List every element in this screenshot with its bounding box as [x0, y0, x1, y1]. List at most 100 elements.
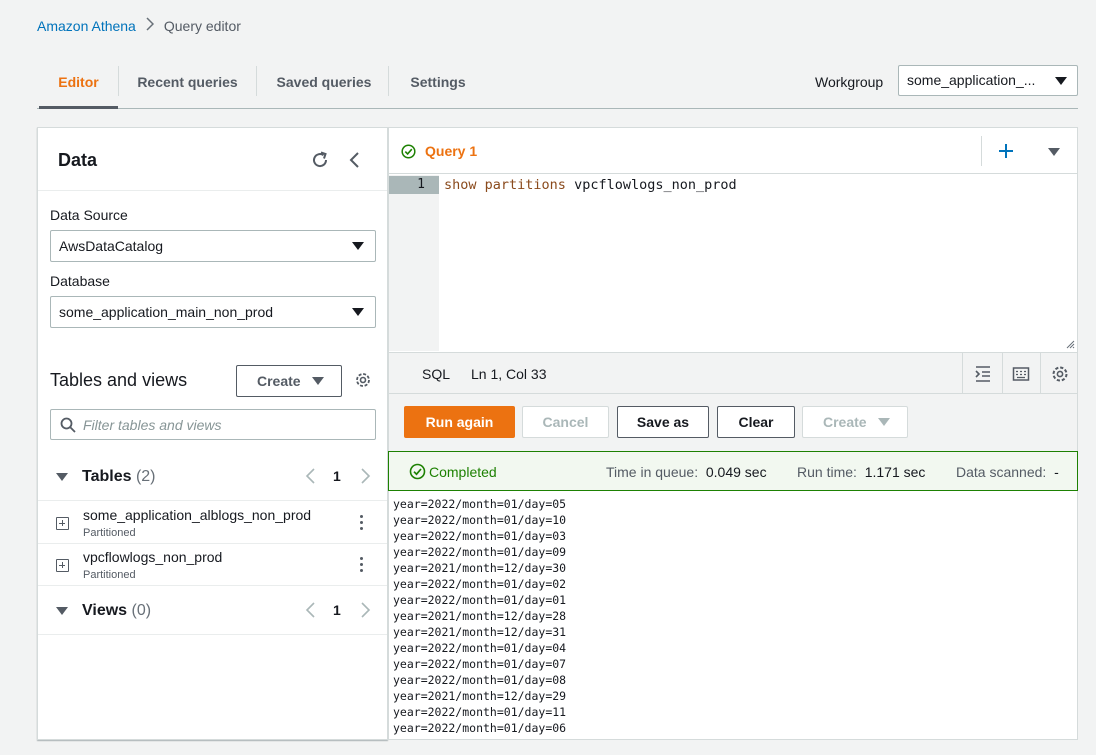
tab-divider	[118, 66, 119, 96]
tab-divider	[388, 66, 389, 96]
result-row: year=2022/month=01/day=03	[393, 529, 567, 543]
result-row: year=2022/month=01/day=09	[393, 545, 567, 559]
caret-down-icon	[312, 377, 324, 385]
caret-down-icon	[878, 418, 890, 426]
result-row: year=2021/month=12/day=31	[393, 625, 567, 639]
action-bar: Run again Cancel Save as Clear Create	[389, 394, 1077, 452]
views-page-number[interactable]: 1	[333, 602, 341, 618]
refresh-icon[interactable]	[310, 150, 330, 170]
chevron-right-icon[interactable]	[358, 465, 372, 487]
expand-plus-icon[interactable]	[56, 559, 69, 572]
data-panel-title: Data	[58, 150, 98, 170]
chevron-right-icon[interactable]	[358, 599, 372, 621]
format-indent-icon[interactable]	[973, 364, 993, 384]
result-row: year=2022/month=01/day=08	[393, 673, 567, 687]
result-row: year=2022/month=01/day=11	[393, 705, 567, 719]
breadcrumb: Amazon Athena Query editor	[37, 17, 241, 34]
views-section-header[interactable]: Views (0) 1	[38, 587, 387, 635]
caret-down-icon[interactable]	[1048, 148, 1060, 156]
result-row: year=2022/month=01/day=05	[393, 497, 567, 511]
tab-settings[interactable]: Settings	[403, 66, 473, 98]
breadcrumb-athena-link[interactable]: Amazon Athena	[37, 18, 136, 34]
main-tabs: Editor Recent queries Saved queries Sett…	[37, 56, 1078, 109]
tables-page-number[interactable]: 1	[333, 468, 341, 484]
tables-count: (2)	[135, 468, 156, 485]
chevron-left-icon[interactable]	[304, 465, 318, 487]
expand-plus-icon[interactable]	[56, 517, 69, 530]
expand-triangle-icon[interactable]	[56, 473, 68, 481]
language-label: SQL	[422, 366, 451, 382]
divider	[1002, 353, 1003, 393]
save-as-button[interactable]: Save as	[617, 406, 709, 438]
active-tab-indicator	[39, 106, 118, 109]
table-row[interactable]: some_application_alblogs_non_prod Partit…	[38, 502, 387, 544]
keyboard-icon[interactable]	[1011, 364, 1031, 384]
views-count: (0)	[131, 602, 152, 619]
cancel-button[interactable]: Cancel	[522, 406, 609, 438]
line-gutter	[389, 175, 439, 351]
table-partitioned-label: Partitioned	[83, 569, 136, 581]
workgroup-select[interactable]: some_application_...	[898, 65, 1078, 96]
views-title: Views (0)	[82, 602, 152, 619]
database-label: Database	[50, 273, 110, 289]
search-placeholder: Filter tables and views	[83, 417, 222, 433]
divider	[1040, 353, 1041, 393]
query-panel: Query 1 1 show partitions vpcflowlogs_no…	[388, 127, 1078, 740]
result-row: year=2022/month=01/day=02	[393, 577, 567, 591]
gear-icon[interactable]	[354, 371, 372, 389]
caret-down-icon	[352, 242, 364, 250]
check-circle-icon	[409, 463, 426, 480]
table-name: some_application_alblogs_non_prod	[83, 507, 312, 523]
query-tab-label: Query 1	[425, 143, 478, 159]
tab-divider	[256, 66, 257, 96]
data-panel-header: Data	[38, 128, 387, 191]
database-value: some_application_main_non_prod	[59, 304, 274, 320]
tab-saved-queries[interactable]: Saved queries	[269, 66, 379, 98]
chevron-left-icon[interactable]	[304, 599, 318, 621]
more-options-icon[interactable]	[358, 557, 364, 575]
sql-code[interactable]: show partitions vpcflowlogs_non_prod	[444, 176, 737, 194]
breadcrumb-current: Query editor	[163, 17, 241, 34]
caret-down-icon	[1055, 77, 1067, 85]
cursor-position: Ln 1, Col 33	[471, 366, 547, 382]
more-options-icon[interactable]	[358, 515, 364, 533]
tab-editor[interactable]: Editor	[39, 66, 118, 98]
data-source-select[interactable]: AwsDataCatalog	[50, 230, 376, 262]
create-button-label: Create	[823, 414, 867, 430]
data-source-label: Data Source	[50, 207, 128, 223]
query-results: year=2022/month=01/day=05 year=2022/mont…	[393, 496, 566, 736]
query-tab-bar: Query 1	[389, 128, 1077, 174]
filter-tables-input[interactable]: Filter tables and views	[50, 409, 376, 440]
sql-editor[interactable]: 1 show partitions vpcflowlogs_non_prod	[389, 175, 1077, 351]
add-query-icon[interactable]	[996, 141, 1016, 161]
chevron-right-icon	[146, 17, 154, 34]
data-panel: Data Data Source AwsDataCatalog Database…	[37, 127, 388, 740]
run-again-button[interactable]: Run again	[404, 406, 515, 438]
chevron-left-icon[interactable]	[345, 150, 365, 170]
create-button[interactable]: Create	[802, 406, 908, 438]
result-row: year=2022/month=01/day=06	[393, 721, 567, 735]
query-tab[interactable]: Query 1	[389, 128, 549, 174]
result-row: year=2022/month=01/day=01	[393, 593, 567, 607]
tab-recent-queries[interactable]: Recent queries	[130, 66, 245, 98]
gear-icon[interactable]	[1050, 364, 1070, 384]
divider	[962, 353, 963, 393]
create-label: Create	[257, 373, 301, 389]
clear-button[interactable]: Clear	[717, 406, 795, 438]
caret-down-icon	[352, 308, 364, 316]
status-text: Completed	[429, 464, 497, 480]
expand-triangle-icon[interactable]	[56, 607, 68, 615]
search-icon	[60, 417, 76, 433]
tables-views-title: Tables and views	[50, 370, 188, 390]
resize-handle-icon[interactable]	[1065, 339, 1075, 349]
database-select[interactable]: some_application_main_non_prod	[50, 296, 376, 328]
create-table-button[interactable]: Create	[236, 365, 342, 397]
time-in-queue: Time in queue: 0.049 sec	[606, 464, 767, 480]
editor-status-bar: SQL Ln 1, Col 33	[389, 352, 1077, 394]
table-partitioned-label: Partitioned	[83, 527, 136, 539]
tables-section-header[interactable]: Tables (2) 1	[38, 453, 387, 501]
table-row[interactable]: vpcflowlogs_non_prod Partitioned	[38, 544, 387, 586]
result-row: year=2022/month=01/day=10	[393, 513, 567, 527]
workgroup-label: Workgroup	[815, 74, 884, 90]
data-scanned: Data scanned: -	[956, 464, 1059, 480]
